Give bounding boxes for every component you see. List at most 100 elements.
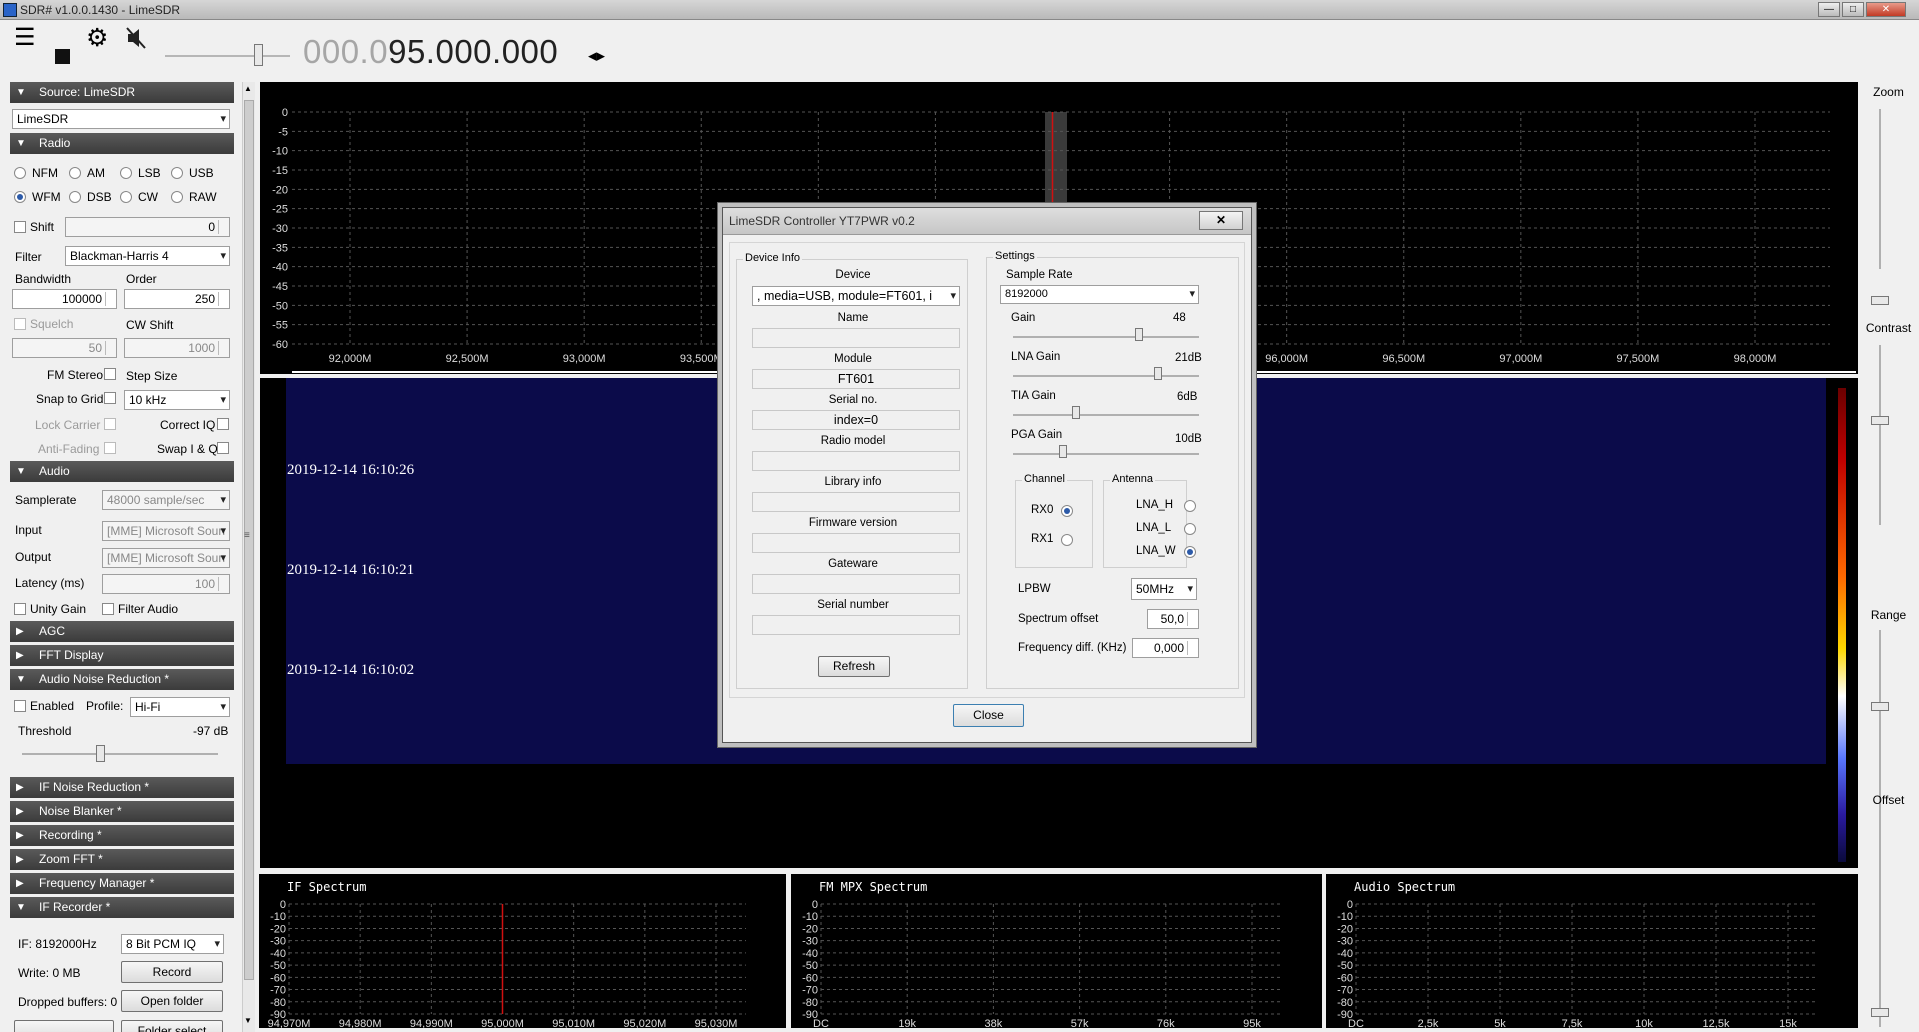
frequency-display[interactable]: 000.095.000.000 bbox=[303, 33, 558, 71]
mode-radio-dsb[interactable] bbox=[69, 191, 81, 203]
lna-w-radio[interactable] bbox=[1184, 546, 1196, 558]
audio-input-select[interactable]: [MME] Microsoft Soun bbox=[102, 521, 230, 541]
zoom-thumb[interactable] bbox=[1871, 296, 1889, 305]
anr-threshold-thumb[interactable] bbox=[96, 745, 106, 762]
offset-thumb[interactable] bbox=[1871, 1008, 1889, 1017]
anr-profile-select[interactable]: Hi-Fi bbox=[130, 697, 230, 717]
bandwidth-input[interactable]: 100000 bbox=[12, 289, 117, 309]
channel-group-title: Channel bbox=[1022, 473, 1067, 485]
mode-radio-usb[interactable] bbox=[171, 167, 183, 179]
maximize-button[interactable]: □ bbox=[1842, 2, 1864, 17]
ifrec-extra-button[interactable] bbox=[14, 1020, 114, 1032]
cwshift-input[interactable]: 1000 bbox=[124, 338, 230, 358]
antifading-checkbox[interactable] bbox=[104, 442, 116, 454]
ifrec-folder-select-button[interactable]: Folder select bbox=[121, 1020, 223, 1032]
gear-icon[interactable]: ⚙ bbox=[86, 26, 108, 51]
rx1-radio[interactable] bbox=[1061, 534, 1073, 546]
offset-track[interactable] bbox=[1879, 817, 1881, 1027]
pga-gain-thumb[interactable] bbox=[1059, 445, 1068, 458]
mode-radio-cw[interactable] bbox=[120, 191, 132, 203]
lna-gain-track[interactable] bbox=[1013, 375, 1199, 377]
panel-recording-header[interactable]: ▶ Recording * bbox=[10, 825, 234, 846]
source-device-select[interactable]: LimeSDR bbox=[12, 109, 230, 129]
panel-agc-header[interactable]: ▶ AGC bbox=[10, 621, 234, 642]
panel-anr-header[interactable]: ▼ Audio Noise Reduction * bbox=[10, 669, 234, 690]
dialog-close-button[interactable]: Close bbox=[953, 704, 1024, 727]
dialog-close-icon[interactable]: ✕ bbox=[1199, 211, 1243, 230]
spectrum-offset-input[interactable]: 50,0 bbox=[1147, 609, 1199, 629]
snap-checkbox[interactable] bbox=[104, 392, 116, 404]
panel-source-header[interactable]: ▼ Source: LimeSDR bbox=[10, 82, 234, 103]
splitter-grip-icon[interactable]: ≡ bbox=[244, 530, 250, 541]
mode-radio-lsb[interactable] bbox=[120, 167, 132, 179]
tia-gain-track[interactable] bbox=[1013, 414, 1199, 416]
mode-radio-wfm[interactable] bbox=[14, 191, 26, 203]
mode-radio-raw[interactable] bbox=[171, 191, 183, 203]
audio-spectrum-panel[interactable]: Audio Spectrum 0 -10 -20 -30 -40 -50 -60 -70 -80… bbox=[1326, 874, 1858, 1030]
rx0-radio[interactable] bbox=[1061, 505, 1073, 517]
lna-gain-thumb[interactable] bbox=[1154, 367, 1163, 380]
panel-ifnr-header[interactable]: ▶ IF Noise Reduction * bbox=[10, 777, 234, 798]
samplerate-select[interactable]: 8192000 bbox=[1000, 285, 1199, 304]
mpx-spectrum-panel[interactable]: FM MPX Spectrum 0 -10 -20 -30 -40 -50 -60 -70 -8… bbox=[791, 874, 1322, 1030]
mode-radio-nfm[interactable] bbox=[14, 167, 26, 179]
mode-radio-am[interactable] bbox=[69, 167, 81, 179]
if-spectrum-panel[interactable]: IF Spectrum 0 -10 -20 -30 -40 -50 -60 -70 -80 -90… bbox=[259, 874, 786, 1030]
order-input[interactable]: 250 bbox=[124, 289, 230, 309]
contrast-thumb[interactable] bbox=[1871, 416, 1889, 425]
panel-noise-blanker-header[interactable]: ▶ Noise Blanker * bbox=[10, 801, 234, 822]
minimize-button[interactable]: — bbox=[1818, 2, 1840, 17]
audio-output-select[interactable]: [MME] Microsoft Soun bbox=[102, 548, 230, 568]
volume-slider-thumb[interactable] bbox=[254, 44, 263, 66]
contrast-track[interactable] bbox=[1879, 345, 1881, 525]
squelch-checkbox[interactable] bbox=[14, 318, 26, 330]
gain-thumb[interactable] bbox=[1135, 328, 1144, 341]
anr-enabled-checkbox[interactable] bbox=[14, 700, 26, 712]
stop-icon[interactable] bbox=[55, 49, 70, 64]
scroll-up-icon[interactable]: ▲ bbox=[244, 84, 252, 93]
swapiq-checkbox[interactable] bbox=[217, 442, 229, 454]
panel-frequency-manager-header[interactable]: ▶ Frequency Manager * bbox=[10, 873, 234, 894]
panel-zoom-fft-header[interactable]: ▶ Zoom FFT * bbox=[10, 849, 234, 870]
gain-track[interactable] bbox=[1013, 336, 1199, 338]
range-thumb[interactable] bbox=[1871, 702, 1889, 711]
fmstereo-checkbox[interactable] bbox=[104, 368, 116, 380]
speaker-mute-icon[interactable] bbox=[125, 26, 147, 55]
panel-fft-header[interactable]: ▶ FFT Display bbox=[10, 645, 234, 666]
pga-gain-track[interactable] bbox=[1013, 453, 1199, 455]
panel-if-recorder-header[interactable]: ▼ IF Recorder * bbox=[10, 897, 234, 918]
shift-checkbox[interactable] bbox=[14, 221, 26, 233]
lna-h-radio[interactable] bbox=[1184, 500, 1196, 512]
correctiq-checkbox[interactable] bbox=[217, 418, 229, 430]
lockcarrier-checkbox[interactable] bbox=[104, 418, 116, 430]
zoom-track[interactable] bbox=[1879, 109, 1881, 269]
ifrec-open-folder-button[interactable]: Open folder bbox=[121, 990, 223, 1012]
device-select[interactable]: , media=USB, module=FT601, i bbox=[752, 286, 960, 306]
scroll-down-icon[interactable]: ▼ bbox=[244, 1016, 252, 1025]
stepsize-select[interactable]: 10 kHz bbox=[124, 390, 230, 410]
left-panel-scrollbar[interactable]: ▲ ▼ bbox=[242, 82, 255, 1032]
window-close-button[interactable]: ✕ bbox=[1866, 2, 1906, 17]
lpbw-select[interactable]: 50MHz bbox=[1131, 578, 1197, 600]
x-tick-label: 97,000M bbox=[1499, 353, 1542, 365]
samplerate-select[interactable]: 48000 sample/sec bbox=[102, 490, 230, 510]
tia-gain-thumb[interactable] bbox=[1072, 406, 1081, 419]
filter-select[interactable]: Blackman-Harris 4 bbox=[65, 246, 230, 266]
ifrec-format-select[interactable]: 8 Bit PCM IQ bbox=[121, 934, 224, 954]
frequency-diff-input[interactable]: 0,000 bbox=[1132, 638, 1199, 658]
volume-slider-track[interactable] bbox=[165, 55, 290, 57]
x-tick-label: 95,010M bbox=[552, 1018, 595, 1028]
shift-input[interactable]: 0 bbox=[65, 217, 230, 237]
menu-icon[interactable]: ☰ bbox=[14, 26, 36, 50]
filter-audio-checkbox[interactable] bbox=[102, 603, 114, 615]
panel-audio-header[interactable]: ▼ Audio bbox=[10, 461, 234, 482]
refresh-button[interactable]: Refresh bbox=[818, 656, 890, 677]
tuning-step-icon[interactable]: ◂▸ bbox=[588, 46, 605, 66]
panel-radio-header[interactable]: ▼ Radio bbox=[10, 133, 234, 154]
anr-threshold-track[interactable] bbox=[22, 753, 218, 755]
unity-gain-checkbox[interactable] bbox=[14, 603, 26, 615]
squelch-input[interactable]: 50 bbox=[12, 338, 117, 358]
lna-l-radio[interactable] bbox=[1184, 523, 1196, 535]
latency-input[interactable]: 100 bbox=[102, 574, 230, 594]
ifrec-record-button[interactable]: Record bbox=[121, 961, 223, 983]
